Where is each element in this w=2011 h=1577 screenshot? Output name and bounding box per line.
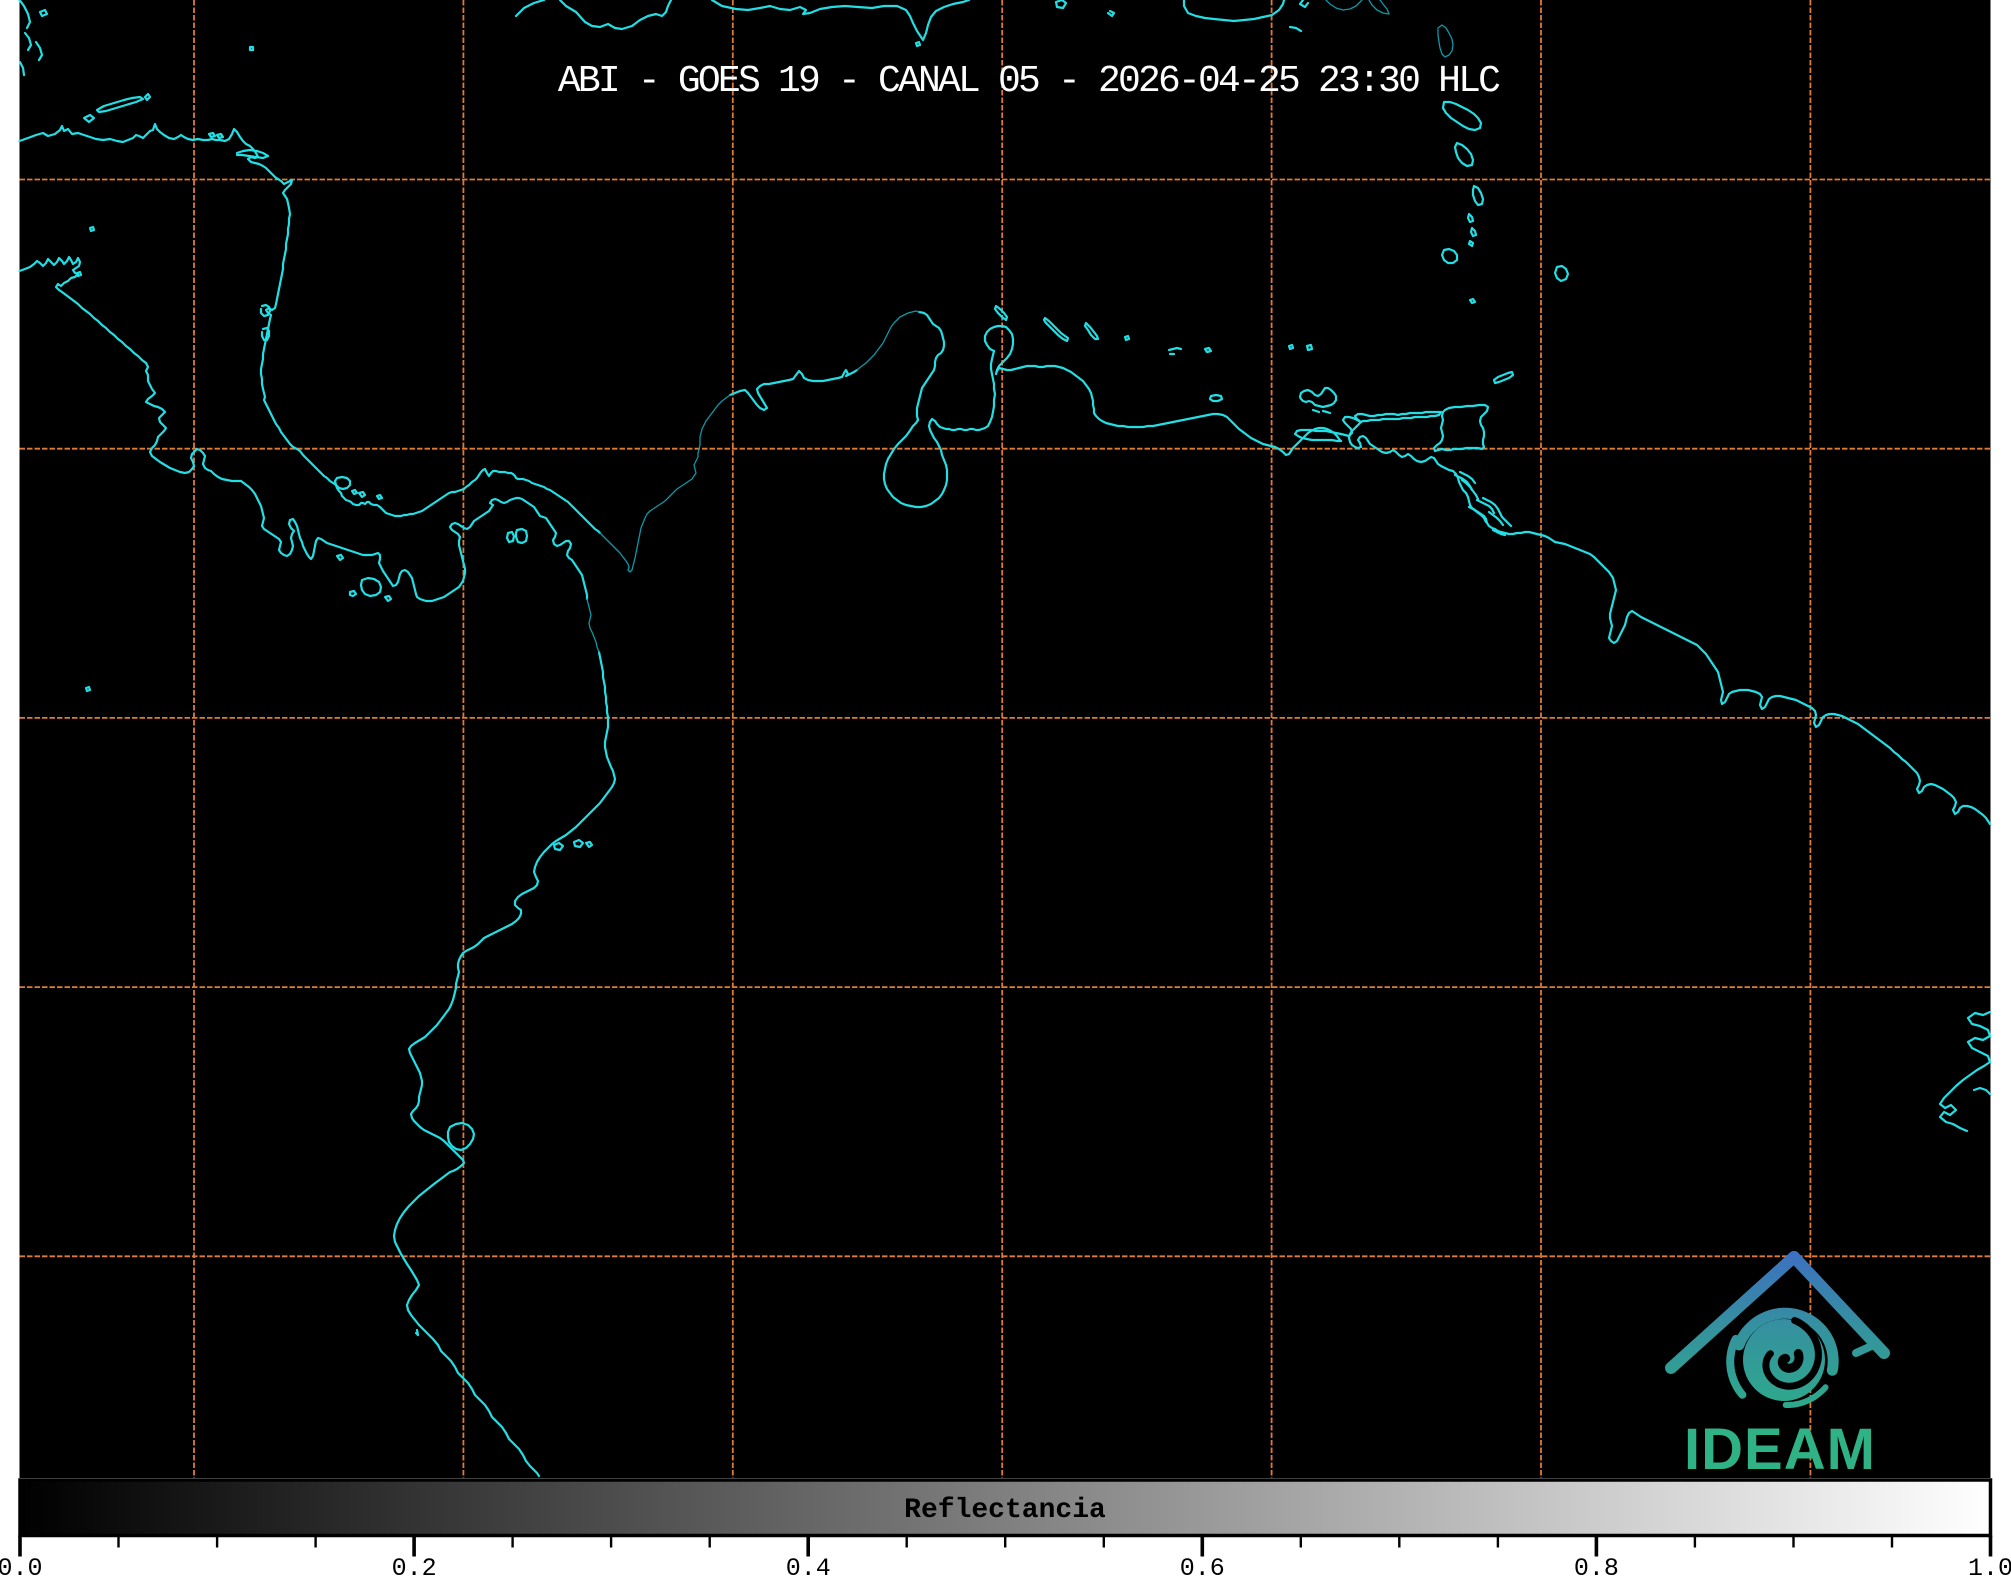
svg-text:Reflectancia: Reflectancia — [904, 1495, 1106, 1526]
svg-text:0.0: 0.0 — [0, 1554, 43, 1577]
svg-text:0.6: 0.6 — [1180, 1554, 1225, 1577]
svg-text:ABI - GOES 19 - CANAL 05 - 202: ABI - GOES 19 - CANAL 05 - 2026-04-25 23… — [558, 60, 1500, 103]
svg-text:IDEAM: IDEAM — [1684, 1417, 1876, 1482]
svg-text:0.4: 0.4 — [786, 1554, 831, 1577]
svg-text:0.8: 0.8 — [1574, 1554, 1619, 1577]
svg-text:0.2: 0.2 — [392, 1554, 437, 1577]
svg-text:1.0: 1.0 — [1968, 1554, 2011, 1577]
